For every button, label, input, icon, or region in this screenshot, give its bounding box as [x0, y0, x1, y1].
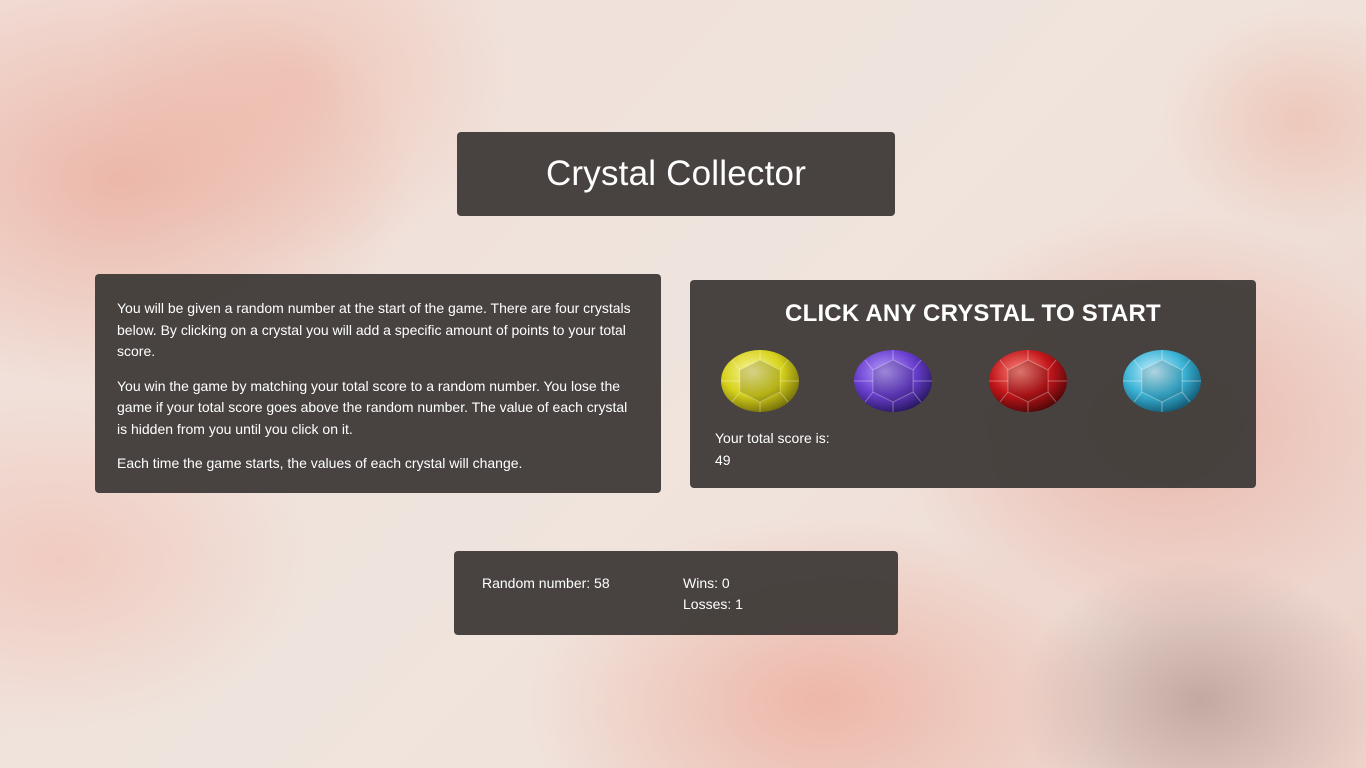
purple-crystal-button[interactable]	[853, 348, 933, 414]
blue-crystal-icon	[1123, 350, 1201, 412]
yellow-crystal-button[interactable]	[720, 348, 800, 414]
blue-crystal-button[interactable]	[1122, 348, 1202, 414]
score-value: 49	[715, 451, 731, 468]
rules-paragraph-3: Each time the game starts, the values of…	[117, 455, 523, 471]
score-label: Your total score is:	[715, 430, 830, 446]
crystal-row	[715, 348, 1231, 418]
purple-crystal-icon	[854, 350, 932, 412]
game-heading: CLICK ANY CRYSTAL TO START	[785, 300, 1161, 327]
red-crystal-button[interactable]	[988, 348, 1068, 414]
rules-paragraph-2: You win the game by matching your total …	[117, 377, 628, 437]
game-panel: CLICK ANY CRYSTAL TO START Your total sc…	[690, 280, 1256, 488]
yellow-crystal-icon	[721, 350, 799, 412]
stats-panel: Random number: 58 Wins: 0 Losses: 1	[454, 551, 898, 635]
wins-count: Wins: 0	[683, 575, 730, 591]
rules-paragraph-1: You will be given a random number at the…	[117, 300, 631, 359]
red-crystal-icon	[989, 350, 1067, 412]
page-title: Crystal Collector	[545, 154, 807, 193]
random-number: Random number: 58	[482, 575, 610, 591]
score-area: Your total score is: 49	[715, 428, 830, 471]
rules-panel: You will be given a random number at the…	[95, 274, 661, 493]
title-panel: Crystal Collector	[457, 132, 895, 216]
losses-count: Losses: 1	[683, 596, 743, 612]
